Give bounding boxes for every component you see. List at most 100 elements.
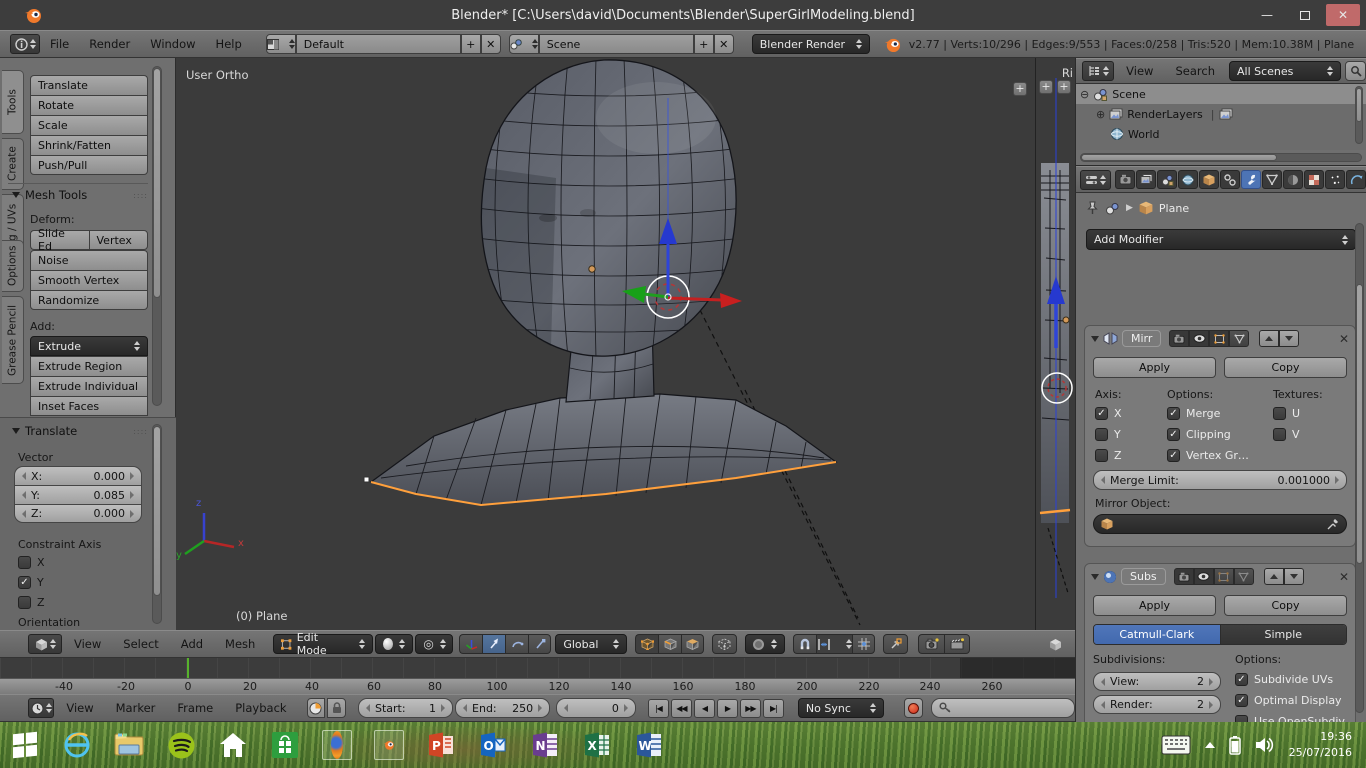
translate-manipulator-button[interactable] xyxy=(482,634,505,654)
merge-checkbox[interactable]: ✓ xyxy=(1167,407,1180,420)
file-explorer-icon[interactable] xyxy=(114,730,144,760)
editmode-toggle[interactable] xyxy=(1209,330,1229,347)
mode-dropdown[interactable]: Edit Mode xyxy=(273,634,373,654)
move-up-button[interactable] xyxy=(1259,330,1279,347)
vector-z-field[interactable]: Z:0.000 xyxy=(14,504,142,523)
expand-toggle-icon[interactable]: ⊕ xyxy=(1096,108,1105,121)
push-pull-button[interactable]: Push/Pull xyxy=(30,155,148,175)
tab-texture[interactable] xyxy=(1304,170,1324,189)
snap-element-dropdown[interactable] xyxy=(816,634,852,654)
editor-type-button-3dview[interactable] xyxy=(28,634,62,654)
viewport-3d-right[interactable]: Ri + + xyxy=(1035,58,1075,630)
timeline-ruler[interactable]: -40 -20 0 20 40 60 80 100 120 140 160 18… xyxy=(0,678,1075,694)
play-button[interactable]: ▶ xyxy=(717,699,738,718)
tab-object-data[interactable] xyxy=(1262,170,1282,189)
expand-region-button-2[interactable]: + xyxy=(1057,80,1071,94)
vertex-groups-checkbox[interactable]: ✓ xyxy=(1167,449,1180,462)
operator-scrollbar[interactable] xyxy=(152,424,162,624)
tab-modifiers[interactable] xyxy=(1241,170,1261,189)
tray-expand-icon[interactable] xyxy=(1205,742,1215,748)
move-down-button[interactable] xyxy=(1279,330,1299,347)
delete-scene-button[interactable]: ✕ xyxy=(714,34,734,54)
pivot-dropdown[interactable]: ◎ xyxy=(415,634,453,654)
collapse-toggle-icon[interactable]: ⊖ xyxy=(1080,88,1089,101)
start-button[interactable] xyxy=(10,730,40,760)
shading-dropdown[interactable] xyxy=(375,634,413,654)
add-layout-button[interactable]: + xyxy=(461,34,481,54)
cage-toggle[interactable] xyxy=(1234,568,1254,585)
spotify-icon[interactable] xyxy=(166,730,196,760)
outliner-vscrollbar[interactable] xyxy=(1355,86,1363,144)
timeline-frame-menu[interactable]: Frame xyxy=(167,701,223,715)
internet-explorer-icon[interactable] xyxy=(62,730,92,760)
vertex-slide-button[interactable]: Vertex xyxy=(89,230,149,250)
smooth-vertex-button[interactable]: Smooth Vertex xyxy=(30,270,148,290)
screen-layout-field[interactable]: Default xyxy=(296,34,461,54)
tab-world[interactable] xyxy=(1178,170,1198,189)
current-frame-field[interactable]: 0 xyxy=(556,698,636,718)
start-frame-field[interactable]: Start:1 xyxy=(358,698,453,718)
tab-render-layers[interactable] xyxy=(1136,170,1156,189)
translate-button[interactable]: Translate xyxy=(30,75,148,95)
scene-breadcrumb-icon[interactable] xyxy=(1105,202,1120,215)
timeline-view-menu[interactable]: View xyxy=(56,701,103,715)
move-down-button[interactable] xyxy=(1284,568,1304,585)
play-reverse-button[interactable]: ◀ xyxy=(694,699,715,718)
optimal-display-checkbox[interactable]: ✓ xyxy=(1235,694,1248,707)
next-keyframe-button[interactable]: ▶▶ xyxy=(740,699,761,718)
mesh-menu[interactable]: Mesh xyxy=(215,637,265,651)
proportional-edit-dropdown[interactable] xyxy=(745,634,785,654)
mirror-x-checkbox[interactable]: ✓ xyxy=(1095,407,1108,420)
subsurf-copy-button[interactable]: Copy xyxy=(1224,595,1347,616)
render-engine-dropdown[interactable]: Blender Render xyxy=(752,34,870,54)
outliner-filter-dropdown[interactable]: All Scenes xyxy=(1229,61,1341,81)
mirror-object-field[interactable] xyxy=(1093,514,1347,534)
tab-options[interactable]: Options xyxy=(2,240,24,292)
screen-layout-icon-button[interactable] xyxy=(266,34,296,54)
editor-type-button-timeline[interactable] xyxy=(28,698,54,718)
limit-selection-visible-button[interactable] xyxy=(712,634,737,654)
editor-type-button-properties[interactable] xyxy=(1080,170,1111,190)
excel-icon[interactable]: X xyxy=(582,730,612,760)
menu-window[interactable]: Window xyxy=(140,37,205,51)
render-image-button[interactable] xyxy=(918,634,944,654)
menu-help[interactable]: Help xyxy=(206,37,252,51)
modifier-name-field[interactable]: Subs xyxy=(1121,568,1166,585)
tab-scene[interactable] xyxy=(1157,170,1177,189)
editor-type-button-info[interactable] xyxy=(10,34,40,54)
cube-editor-icon[interactable] xyxy=(1049,638,1062,651)
vertex-select-button[interactable] xyxy=(635,634,658,654)
outliner-hscrollbar[interactable] xyxy=(1080,153,1362,162)
timeline-playback-menu[interactable]: Playback xyxy=(225,701,296,715)
tab-render[interactable] xyxy=(1115,170,1135,189)
clock[interactable]: 19:36 25/07/2016 xyxy=(1289,729,1352,762)
delete-modifier-button[interactable]: ✕ xyxy=(1339,570,1349,584)
manipulator-axes-button[interactable] xyxy=(459,634,482,654)
tab-material[interactable] xyxy=(1283,170,1303,189)
outliner-view-menu[interactable]: View xyxy=(1116,64,1163,78)
properties-region-expand-button[interactable]: + xyxy=(1013,82,1027,96)
object-breadcrumb-icon[interactable] xyxy=(1139,201,1153,215)
scene-field[interactable]: Scene xyxy=(539,34,694,54)
view-menu[interactable]: View xyxy=(64,637,111,651)
tab-grease-pencil[interactable]: Grease Pencil xyxy=(2,296,24,384)
onenote-icon[interactable]: N xyxy=(530,730,560,760)
delete-layout-button[interactable]: ✕ xyxy=(481,34,501,54)
timeline-marker-menu[interactable]: Marker xyxy=(106,701,166,715)
outliner-search-button[interactable] xyxy=(1345,61,1366,81)
tab-object[interactable] xyxy=(1199,170,1219,189)
render-subdivisions-field[interactable]: Render:2 xyxy=(1093,695,1221,714)
viewport-toggle[interactable] xyxy=(1189,330,1209,347)
volume-icon[interactable] xyxy=(1255,736,1275,754)
eyedropper-icon[interactable] xyxy=(1327,518,1339,530)
touch-keyboard-icon[interactable] xyxy=(1161,735,1191,755)
outlook-icon[interactable]: O xyxy=(478,730,508,760)
prev-keyframe-button[interactable]: ◀◀ xyxy=(671,699,692,718)
collapse-icon[interactable] xyxy=(1091,574,1099,580)
render-toggle[interactable] xyxy=(1169,330,1189,347)
translate-operator-header[interactable]: Translate :::: xyxy=(12,424,148,438)
modifier-name-field[interactable]: Mirr xyxy=(1122,330,1161,347)
viewport-3d[interactable]: User Ortho (0) Plane z x y + xyxy=(176,58,1035,630)
lock-button[interactable] xyxy=(327,698,346,718)
maximize-button[interactable] xyxy=(1288,4,1322,26)
